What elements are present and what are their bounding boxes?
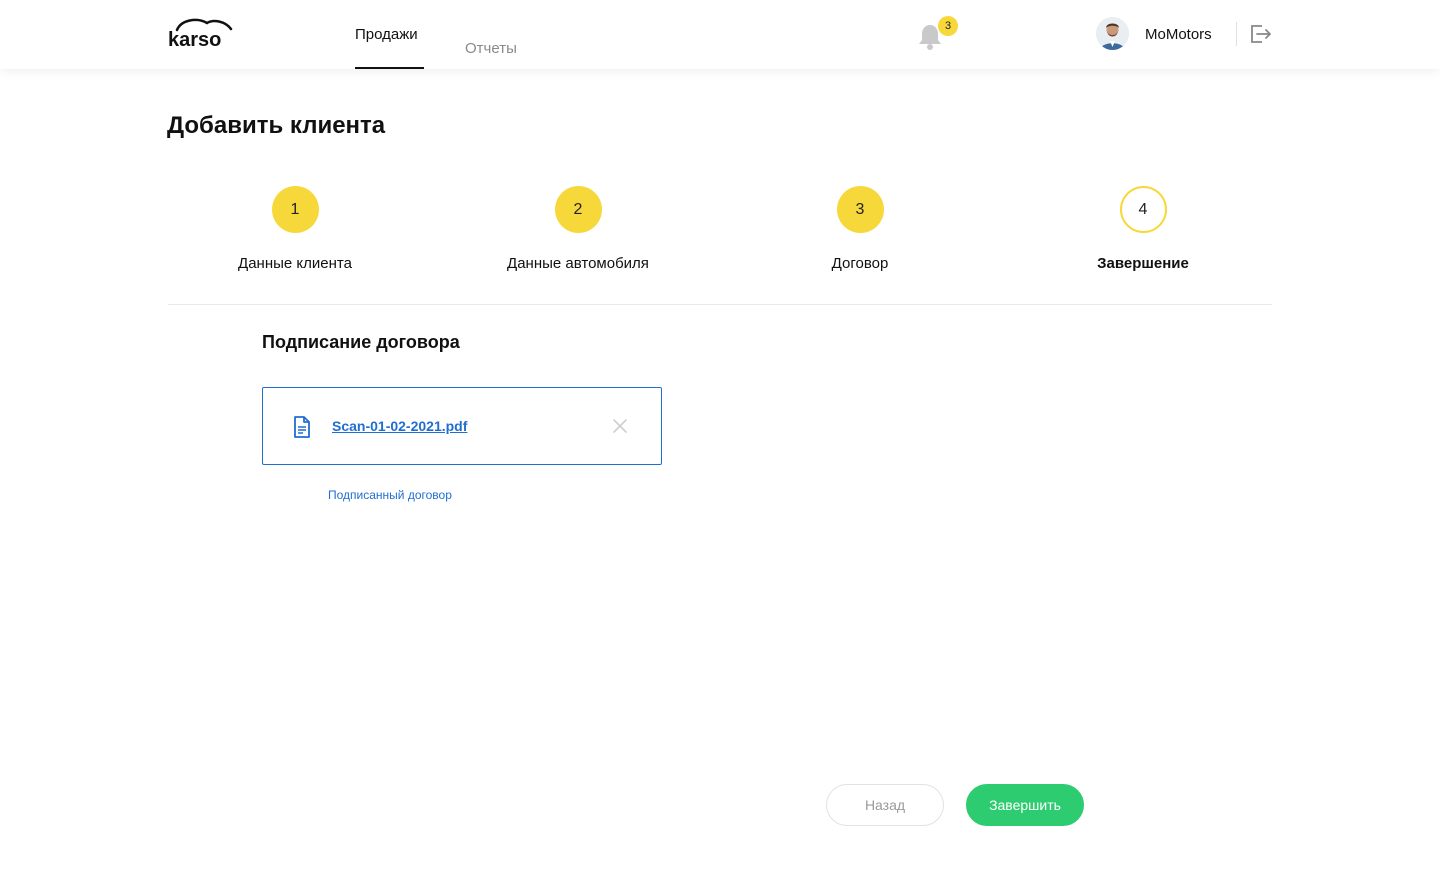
- step-number-badge: 4: [1119, 186, 1167, 233]
- step-label: Договор: [831, 255, 889, 272]
- header-divider: [1236, 22, 1237, 46]
- step-number-badge: 2: [554, 186, 602, 233]
- user-avatar[interactable]: [1096, 17, 1129, 50]
- file-name-link[interactable]: Scan-01-02-2021.pdf: [332, 418, 467, 434]
- nav-tab-reports[interactable]: Отчеты: [465, 40, 517, 57]
- step-label: Данные автомобиля: [507, 255, 649, 272]
- notifications-count-badge: 3: [938, 16, 958, 36]
- step-car-data[interactable]: 2 Данные автомобиля: [458, 186, 698, 272]
- file-caption: Подписанный договор: [328, 488, 452, 502]
- step-label: Данные клиента: [238, 255, 352, 272]
- finish-button[interactable]: Завершить: [966, 784, 1084, 826]
- remove-file-icon[interactable]: [612, 418, 628, 434]
- back-button[interactable]: Назад: [826, 784, 944, 826]
- step-contract[interactable]: 3 Договор: [740, 186, 980, 272]
- karso-logo[interactable]: karso: [167, 17, 237, 49]
- logout-icon[interactable]: [1250, 24, 1272, 44]
- step-label: Завершение: [1097, 255, 1189, 272]
- page-title: Добавить клиента: [167, 112, 386, 139]
- uploaded-file-card: Scan-01-02-2021.pdf: [262, 387, 662, 465]
- document-icon: [293, 416, 311, 438]
- nav-tab-sales[interactable]: Продажи: [355, 26, 424, 69]
- step-number-badge: 1: [271, 186, 319, 233]
- step-number-badge: 3: [836, 186, 884, 233]
- step-client-data[interactable]: 1 Данные клиента: [175, 186, 415, 272]
- section-title: Подписание договора: [262, 332, 460, 352]
- username-label[interactable]: MoMotors: [1145, 26, 1212, 43]
- top-header: karso Продажи Отчеты 3 MoMotors: [0, 0, 1440, 69]
- section-divider: [168, 304, 1272, 305]
- karso-logo-icon: karso: [168, 18, 233, 49]
- step-completion[interactable]: 4 Завершение: [1023, 186, 1263, 272]
- svg-text:karso: karso: [168, 29, 221, 49]
